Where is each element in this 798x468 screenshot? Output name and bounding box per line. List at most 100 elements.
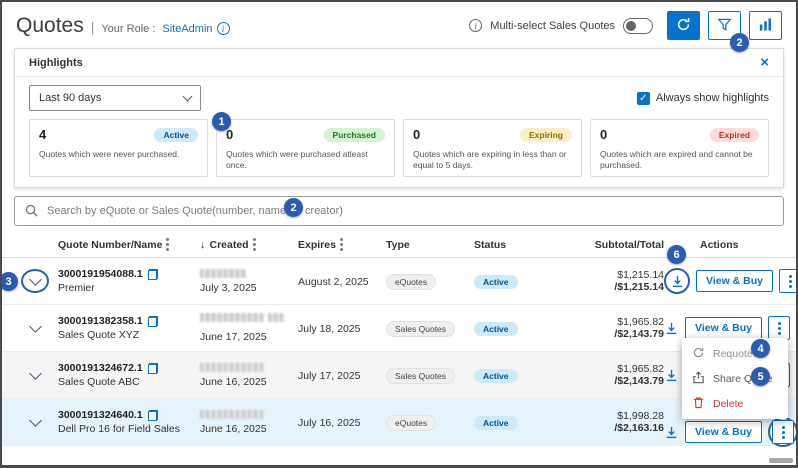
table-row-selected: 3000191324640.1 Dell Pro 16 for Field Sa… [2, 399, 796, 446]
highlights-cards: 4 Active Quotes which were never purchas… [15, 115, 783, 187]
quote-number: 3000191954088.1 [58, 268, 143, 280]
active-count: 4 [39, 127, 46, 142]
row-context-menu: Requote 4 Share Quote 5 Delete [682, 338, 788, 419]
expand-cell [12, 326, 58, 331]
multiselect-toggle[interactable] [623, 18, 653, 34]
multiselect-info-icon[interactable]: i [469, 19, 482, 32]
column-quote-number[interactable]: Quote Number/Name [58, 238, 200, 251]
column-menu-icon[interactable] [253, 238, 256, 251]
always-show-row: ✓ Always show highlights [637, 92, 769, 105]
expiring-description: Quotes which are expiring in less than o… [413, 149, 572, 172]
quote-name: Sales Quote ABC [58, 376, 200, 388]
menu-item-share-quote[interactable]: Share Quote 5 [682, 366, 788, 391]
actions-cell: 6 View & Buy [664, 268, 798, 294]
role-info-icon[interactable]: i [217, 22, 230, 35]
download-icon[interactable] [664, 321, 679, 336]
subtotal-cell: $1,965.82/$2,143.79 [566, 316, 664, 340]
expand-chevron-icon[interactable] [29, 320, 42, 333]
actions-cell: View & Buy [664, 316, 792, 340]
annotation-circle [664, 268, 690, 294]
annotation-circle [768, 417, 798, 447]
expired-description: Quotes which are expired and cannot be p… [600, 149, 759, 172]
search-input[interactable] [14, 196, 784, 226]
download-icon[interactable] [664, 425, 679, 440]
type-cell: eQuotes [386, 413, 474, 431]
highlights-controls: Last 90 days ✓ Always show highlights [15, 77, 783, 115]
type-badge: eQuotes [386, 415, 436, 431]
trash-icon [692, 396, 705, 412]
quote-number: 3000191382358.1 [58, 315, 143, 327]
callout-5-share: 5 [751, 367, 770, 386]
card-expiring: 0 Expiring Quotes which are expiring in … [403, 119, 582, 177]
insights-button[interactable] [749, 11, 782, 40]
copy-icon[interactable] [148, 363, 158, 374]
type-cell: Sales Quotes [386, 319, 474, 337]
actions-cell: View & Buy [664, 417, 798, 447]
filter-icon [717, 17, 732, 35]
row-menu-button[interactable] [779, 269, 798, 293]
highlights-header: Highlights × [15, 49, 783, 77]
copy-icon[interactable] [148, 269, 158, 280]
column-menu-icon[interactable] [340, 238, 343, 251]
callout-4-requote: 4 [751, 339, 770, 358]
type-cell: Sales Quotes [386, 366, 474, 384]
refresh-button[interactable] [667, 11, 700, 40]
expand-cell [12, 373, 58, 378]
card-expired: 0 Expired Quotes which are expired and c… [590, 119, 769, 177]
expires-cell: July 16, 2025 [298, 413, 386, 431]
row-menu-button[interactable] [768, 316, 790, 340]
copy-icon[interactable] [148, 316, 158, 327]
download-icon[interactable] [664, 368, 679, 383]
expiring-count: 0 [413, 127, 420, 142]
redacted-creator [268, 313, 284, 322]
quote-cell: 3000191324672.1 Sales Quote ABC [58, 362, 200, 388]
download-icon[interactable] [670, 274, 685, 289]
role-value: SiteAdmin [162, 23, 212, 35]
redacted-creator [200, 269, 246, 278]
sort-desc-icon[interactable]: ↓ [200, 239, 206, 251]
redacted-creator [200, 410, 264, 419]
redacted-creator [200, 313, 264, 322]
column-created[interactable]: ↓ Created [200, 238, 298, 251]
annotation-circle [21, 269, 49, 293]
table-row: 3000191324672.1 Sales Quote ABC June 16,… [2, 352, 796, 399]
menu-item-requote[interactable]: Requote 4 [682, 341, 788, 366]
date-range-select[interactable]: Last 90 days [29, 85, 201, 111]
multiselect-label: Multi-select Sales Quotes [490, 20, 615, 32]
close-icon[interactable]: × [760, 55, 769, 70]
top-bar: Quotes | Your Role : SiteAdmin i i Multi… [2, 2, 796, 47]
horizontal-scrollbar[interactable] [769, 458, 793, 463]
status-badge: Active [474, 369, 518, 383]
column-subtotal: Subtotal/Total [566, 239, 664, 251]
expand-chevron-icon[interactable] [29, 273, 42, 286]
expired-badge: Expired [710, 128, 759, 142]
row-menu-button-open[interactable] [772, 420, 794, 444]
role-value-link[interactable]: SiteAdmin i [162, 22, 229, 35]
callout-2-filter: 2 [730, 33, 749, 52]
quote-number: 3000191324672.1 [58, 362, 143, 374]
created-cell: July 3, 2025 [200, 269, 298, 294]
view-buy-button[interactable]: View & Buy [685, 317, 762, 339]
created-cell: June 17, 2025 [200, 313, 298, 343]
kebab-icon [789, 275, 792, 288]
expand-chevron-icon[interactable] [29, 414, 42, 427]
view-buy-button[interactable]: View & Buy [696, 270, 773, 292]
menu-item-delete[interactable]: Delete [682, 391, 788, 416]
column-status: Status [474, 239, 566, 251]
expand-cell [12, 420, 58, 425]
purchased-count: 0 [226, 127, 233, 142]
quote-name: Dell Pro 16 for Field Sales [58, 423, 200, 435]
column-expires[interactable]: Expires [298, 238, 386, 251]
column-menu-icon[interactable] [166, 238, 169, 251]
status-badge: Active [474, 322, 518, 336]
kebab-icon [782, 426, 785, 439]
expand-chevron-icon[interactable] [29, 367, 42, 380]
quote-cell: 3000191954088.1 Premier [58, 268, 200, 294]
quote-cell: 3000191382358.1 Sales Quote XYZ [58, 315, 200, 341]
copy-icon[interactable] [148, 410, 158, 421]
view-buy-button[interactable]: View & Buy [685, 421, 762, 443]
always-show-checkbox[interactable]: ✓ [637, 92, 650, 105]
created-cell: June 16, 2025 [200, 363, 298, 388]
created-cell: June 16, 2025 [200, 410, 298, 435]
share-icon [692, 371, 705, 387]
